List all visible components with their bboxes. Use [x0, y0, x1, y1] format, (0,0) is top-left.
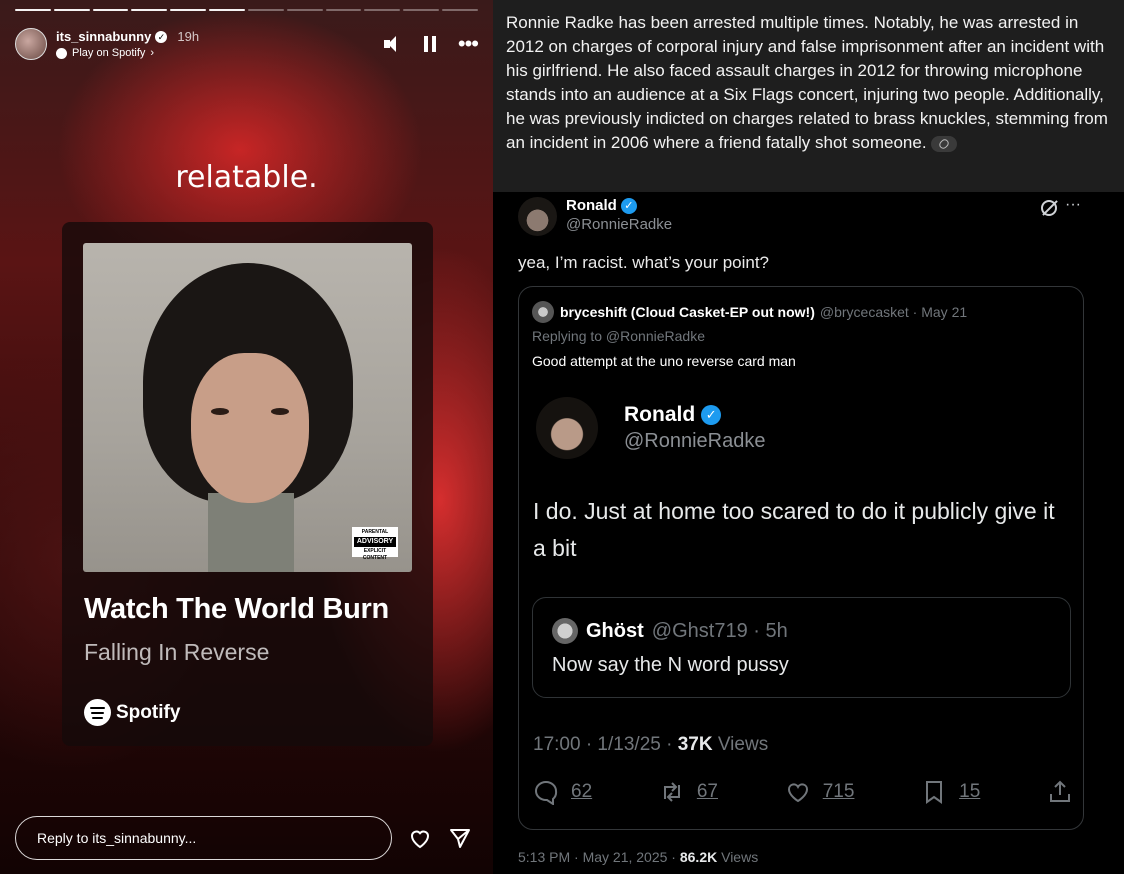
tweet-timestamp: 5:13 PM · May 21, 2025 · 86.2K Views	[518, 849, 759, 865]
progress-segment	[286, 9, 323, 11]
more-options-icon[interactable]: •••	[458, 33, 479, 55]
progress-segment	[209, 9, 245, 11]
author-handle[interactable]: @RonnieRadke	[566, 216, 672, 233]
chevron-right-icon: ›	[150, 47, 155, 59]
progress-segment	[364, 9, 401, 11]
quoted-tweet-text: Good attempt at the uno reverse card man	[532, 353, 796, 369]
screenshot-author-name: Ronald	[624, 403, 696, 426]
progress-segment	[15, 9, 51, 11]
screenshot-author-handle: @RonnieRadke	[624, 430, 766, 452]
instagram-story: its_sinnabunny ✓ 19h Play on Spotify › •…	[0, 0, 493, 874]
song-title: Watch The World Burn	[84, 593, 389, 625]
story-progress-bar	[15, 9, 478, 11]
tweet-author: Ronald ✓ @RonnieRadke	[518, 197, 672, 236]
spotify-wordmark: Spotify	[116, 701, 181, 723]
spotify-icon	[56, 47, 67, 59]
author-name[interactable]: Ronald	[566, 197, 617, 214]
avatar	[532, 301, 554, 323]
pause-icon[interactable]	[423, 36, 436, 52]
reply-icon	[535, 780, 558, 805]
progress-segment	[92, 9, 129, 11]
progress-segment	[170, 9, 207, 11]
progress-segment	[131, 9, 168, 11]
avatar	[552, 618, 578, 644]
grok-answer: Ronnie Radke has been arrested multiple …	[493, 0, 1124, 192]
story-time: 19h	[177, 29, 200, 44]
screenshot-engagement-bar: 62 67 715 15	[533, 779, 1073, 805]
share-icon	[1050, 780, 1070, 802]
replying-to: Replying to @RonnieRadke	[532, 328, 705, 344]
bookmark-icon	[926, 781, 943, 804]
story-username[interactable]: its_sinnabunny	[56, 29, 151, 44]
send-icon[interactable]	[448, 826, 472, 850]
nested-author-handle: @Ghst719 · 5h	[651, 619, 788, 642]
like-stat: 715	[785, 779, 854, 805]
screenshot-tweet-meta: 17:00 · 1/13/25 · 37K Views	[533, 734, 769, 755]
screenshot-tweet-author: Ronald ✓ @RonnieRadke	[536, 397, 766, 459]
quoted-tweet[interactable]: bryceshift (Cloud Casket-EP out now!) @b…	[518, 286, 1084, 830]
spotify-brand: Spotify	[84, 699, 180, 726]
heart-icon	[787, 783, 808, 803]
spotify-logo-icon	[84, 699, 111, 726]
play-on-spotify-link[interactable]: Play on Spotify ›	[56, 47, 199, 59]
share-stat	[1047, 779, 1073, 805]
screenshot-tweet-text: I do. Just at home too scared to do it p…	[533, 498, 1055, 561]
verified-icon: ✓	[155, 30, 168, 43]
progress-segment	[325, 9, 362, 11]
story-caption: relatable.	[175, 160, 318, 195]
progress-segment	[403, 9, 440, 11]
avatar[interactable]	[518, 197, 557, 236]
nested-tweet-text: Now say the N word pussy	[552, 654, 789, 676]
progress-segment	[442, 9, 478, 11]
repost-stat: 67	[659, 779, 718, 805]
album-cover: PARENTAL ADVISORY EXPLICIT CONTENT	[83, 243, 412, 572]
progress-segment	[247, 9, 284, 11]
avatar[interactable]	[15, 28, 47, 60]
heart-icon[interactable]	[408, 826, 432, 850]
more-options-icon[interactable]: ···	[1065, 196, 1081, 214]
reply-stat: 62	[533, 779, 592, 805]
grok-icon[interactable]	[1041, 200, 1057, 216]
nested-quoted-tweet: Ghöst @Ghst719 · 5h Now say the N word p…	[532, 597, 1071, 698]
nested-author-name: Ghöst	[586, 619, 644, 642]
verified-badge-icon: ✓	[701, 405, 722, 425]
x-post-panel: Ronnie Radke has been arrested multiple …	[493, 0, 1124, 874]
grok-answer-text: Ronnie Radke has been arrested multiple …	[506, 13, 1108, 152]
progress-segment	[53, 9, 90, 11]
avatar	[536, 397, 598, 459]
story-reply-input[interactable]: Reply to its_sinnabunny...	[15, 816, 392, 860]
bookmark-stat: 15	[921, 779, 980, 805]
story-header: its_sinnabunny ✓ 19h Play on Spotify › •…	[15, 26, 479, 62]
mute-icon[interactable]	[382, 35, 402, 53]
parental-advisory-label: PARENTAL ADVISORY EXPLICIT CONTENT	[352, 527, 398, 561]
quoted-author-name: bryceshift (Cloud Casket-EP out now!)	[560, 304, 815, 320]
repost-icon	[663, 782, 680, 802]
song-artist: Falling In Reverse	[84, 639, 270, 665]
link-icon[interactable]	[931, 135, 958, 152]
quoted-author-handle: @brycecasket · May 21	[819, 304, 968, 320]
spotify-song-card[interactable]: PARENTAL ADVISORY EXPLICIT CONTENT Watch…	[62, 222, 433, 746]
tweet-text: yea, I’m racist. what’s your point?	[518, 253, 770, 272]
verified-badge-icon: ✓	[620, 197, 637, 214]
play-on-spotify-label: Play on Spotify	[72, 47, 146, 59]
